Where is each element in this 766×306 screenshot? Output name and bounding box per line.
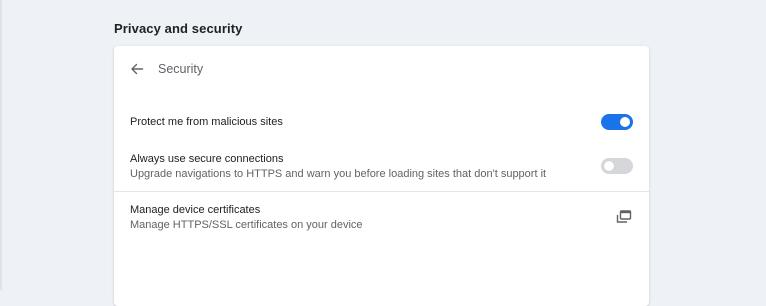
- setting-sublabel: Upgrade navigations to HTTPS and warn yo…: [130, 168, 547, 180]
- setting-sublabel: Manage HTTPS/SSL certificates on your de…: [130, 219, 363, 231]
- subpage-title: Security: [158, 62, 204, 76]
- toggle-knob: [604, 161, 614, 171]
- left-rail: [0, 0, 2, 290]
- divider: [114, 191, 649, 192]
- security-card: Security Protect me from malicious sites…: [114, 46, 649, 306]
- setting-title: Manage device certificates: [130, 204, 261, 216]
- subpage-header: Security: [114, 46, 649, 92]
- setting-row-malicious-sites: Protect me from malicious sites: [114, 104, 649, 140]
- back-button[interactable]: [126, 58, 148, 80]
- setting-row-secure-connections: Always use secure connections Upgrade na…: [114, 146, 649, 190]
- section-title: Privacy and security: [114, 21, 243, 36]
- protect-malicious-sites-toggle[interactable]: [601, 114, 633, 130]
- setting-row-device-certificates[interactable]: Manage device certificates Manage HTTPS/…: [114, 196, 649, 240]
- secure-connections-toggle[interactable]: [601, 158, 633, 174]
- toggle-knob: [620, 117, 630, 127]
- open-in-new-window-icon: [616, 210, 632, 223]
- arrow-back-icon: [131, 63, 144, 75]
- manage-certificates-button[interactable]: [615, 208, 633, 226]
- setting-title: Protect me from malicious sites: [130, 116, 283, 128]
- setting-title: Always use secure connections: [130, 153, 284, 165]
